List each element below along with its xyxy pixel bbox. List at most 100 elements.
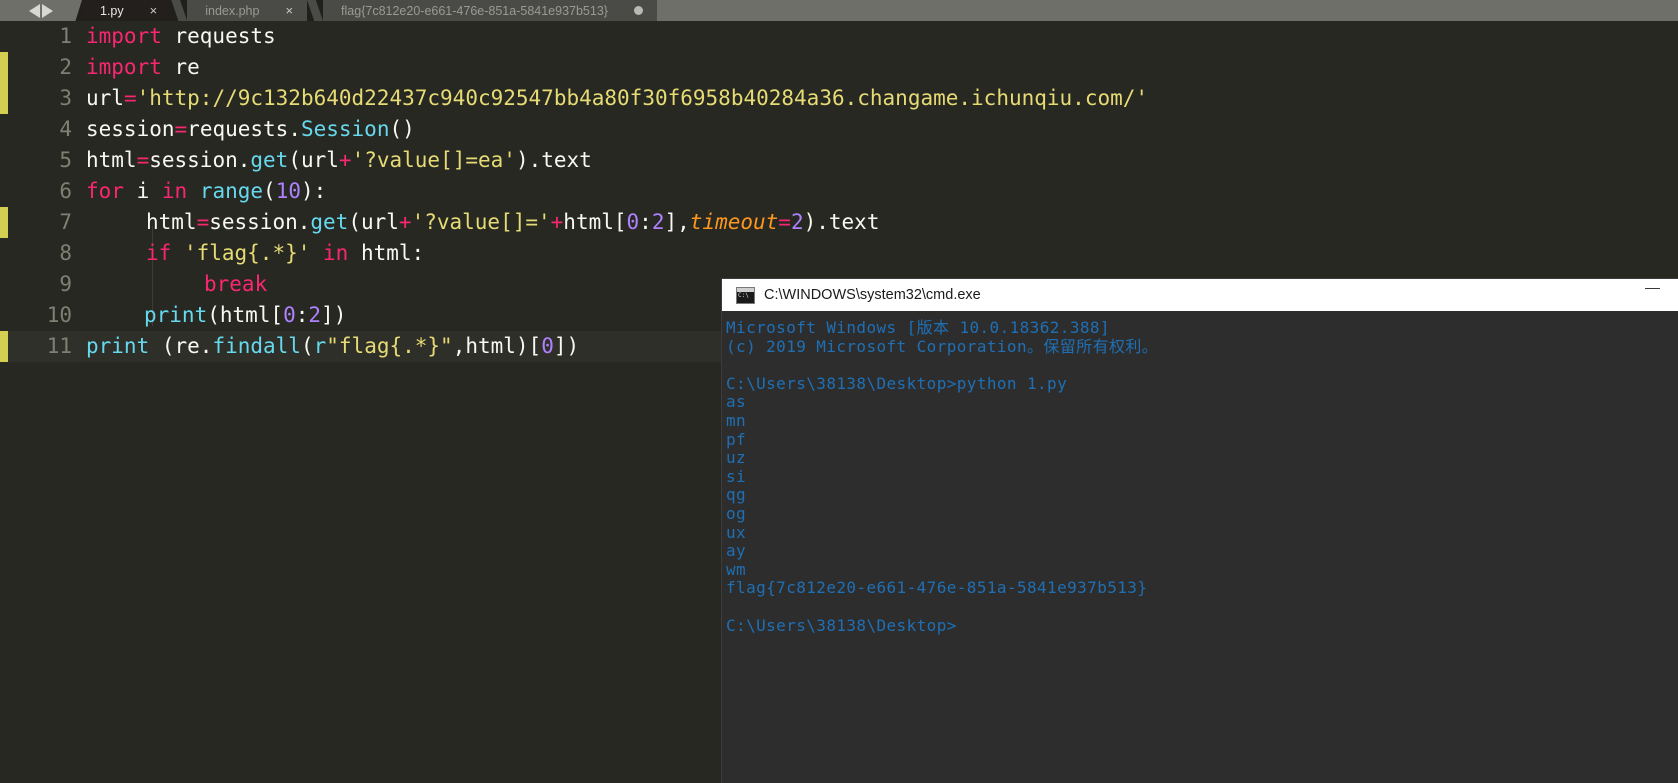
close-icon[interactable]: × [285, 4, 293, 17]
unsaved-dot-icon[interactable] [633, 6, 643, 15]
cmd-console-output[interactable]: Microsoft Windows [版本 10.0.18362.388] (c… [722, 311, 1678, 635]
code-line-5: html=session.get(url+'?value[]=ea').text [86, 145, 592, 176]
token-text: session. [209, 210, 311, 234]
token-text: html [86, 148, 137, 172]
line-number: 9 [59, 272, 72, 296]
token-text: (re. [149, 334, 213, 358]
console-prompt-line: C:\Users\38138\Desktop> [726, 615, 957, 635]
token-text: url [86, 86, 124, 110]
token-text: i [123, 179, 162, 203]
tab-separator [171, 0, 188, 21]
line-number: 7 [59, 210, 72, 234]
token-text: ], [664, 210, 690, 234]
line-number-gutter: 1 2 3 4 5 6 7 8 9 10 11 [8, 21, 82, 783]
code-line-4: session=requests.Session() [86, 114, 415, 145]
token-text: () [389, 117, 415, 141]
token-text: session [86, 117, 175, 141]
tab-indexphp[interactable]: index.php × [187, 0, 308, 21]
tab-label: index.php [205, 3, 260, 18]
code-line-8: if 'flag{.*}' in html: [86, 238, 424, 269]
modified-marker [0, 331, 8, 362]
editor-tab-bar: 1.py × index.php × flag{7c812e20-e661-47… [0, 0, 1678, 21]
token-operator: = [778, 210, 791, 234]
token-string: '?value[]=ea' [351, 148, 516, 172]
code-line-6: for i in range(10): [86, 176, 326, 207]
change-marker-strip [0, 21, 8, 783]
minimize-icon[interactable] [1645, 288, 1660, 289]
token-keyword: if [146, 241, 172, 265]
console-line: mn [726, 410, 747, 430]
code-line-3: url='http://9c132b640d22437c940c92547bb4… [86, 83, 1148, 114]
line-number: 3 [59, 86, 72, 110]
token-operator: + [398, 210, 412, 234]
token-text: ): [300, 179, 327, 203]
token-text: ,html)[ [452, 334, 542, 358]
arrow-right-icon[interactable] [42, 3, 53, 18]
token-text: (url [348, 210, 399, 234]
modified-marker [0, 52, 8, 114]
token-text: html[ [563, 210, 627, 234]
token-text: html: [348, 241, 425, 265]
token-text: ( [263, 179, 276, 203]
cmd-window[interactable]: C:\ C:\WINDOWS\system32\cmd.exe Microsof… [722, 279, 1678, 783]
cmd-title-text: C:\WINDOWS\system32\cmd.exe [764, 287, 981, 303]
console-line: og [726, 503, 747, 523]
tab-separator [307, 0, 324, 21]
token-text: ]) [553, 334, 580, 358]
cmd-title-bar[interactable]: C:\ C:\WINDOWS\system32\cmd.exe [722, 279, 1678, 311]
token-number: 2 [651, 210, 665, 234]
token-function: Session [300, 117, 390, 141]
console-line: si [726, 466, 747, 486]
code-line-11: print (re.findall(r"flag{.*}",html)[0]) [86, 331, 579, 362]
token-number: 2 [308, 303, 322, 327]
cmd-icon-text: C:\ [738, 291, 749, 299]
token-text: : [639, 210, 652, 234]
code-line-2: import re [86, 52, 200, 83]
line-number: 8 [59, 241, 72, 265]
console-prompt-line: C:\Users\38138\Desktop>python 1.py [726, 373, 1068, 393]
token-operator: + [550, 210, 564, 234]
console-line: (c) 2019 Microsoft Corporation。保留所有权利。 [726, 336, 1159, 356]
console-line: Microsoft Windows [版本 10.0.18362.388] [726, 318, 1110, 337]
token-operator: = [123, 86, 137, 110]
arrow-left-icon[interactable] [29, 3, 40, 18]
close-icon[interactable]: × [150, 4, 158, 17]
line-number: 11 [46, 334, 72, 358]
tab-nav-arrows[interactable] [0, 0, 82, 21]
token-text: re [161, 55, 200, 79]
console-line: wm [726, 559, 747, 579]
token-text: (url [288, 148, 339, 172]
token-text: session. [149, 148, 251, 172]
token-text: requests. [187, 117, 301, 141]
token-text: ).text [515, 148, 592, 172]
token-text: (html[ [207, 303, 284, 327]
line-number: 4 [59, 117, 72, 141]
code-line-10: print(html[0:2]) [86, 300, 346, 331]
token-keyword: import [86, 55, 162, 79]
tab-1py[interactable]: 1.py × [82, 0, 172, 21]
code-line-7: html=session.get(url+'?value[]='+html[0:… [86, 207, 879, 238]
token-string: 'http://9c132b640d22437c940c92547bb4a80f… [136, 86, 1149, 110]
token-text: ]) [321, 303, 347, 327]
console-flag-line: flag{7c812e20-e661-476e-851a-5841e937b51… [726, 578, 1148, 598]
line-number: 2 [59, 55, 72, 79]
console-line: uz [726, 448, 747, 468]
token-number: 0 [283, 303, 296, 327]
tab-flag[interactable]: flag{7c812e20-e661-476e-851a-5841e937b51… [323, 0, 657, 21]
token-keyword: in [161, 179, 188, 203]
code-line-9: break [86, 269, 267, 300]
token-function: findall [212, 334, 301, 358]
console-line: pf [726, 429, 747, 449]
token-operator: = [196, 210, 210, 234]
token-number: 0 [541, 334, 554, 358]
token-number: 0 [626, 210, 640, 234]
tab-label: flag{7c812e20-e661-476e-851a-5841e937b51… [341, 3, 608, 18]
console-line: ay [726, 541, 747, 561]
token-function: print [144, 303, 208, 327]
token-function: get [310, 210, 349, 234]
line-number: 10 [46, 303, 72, 327]
tab-bar-filler [656, 0, 1678, 21]
token-operator: = [136, 148, 150, 172]
console-line: qg [726, 485, 747, 505]
